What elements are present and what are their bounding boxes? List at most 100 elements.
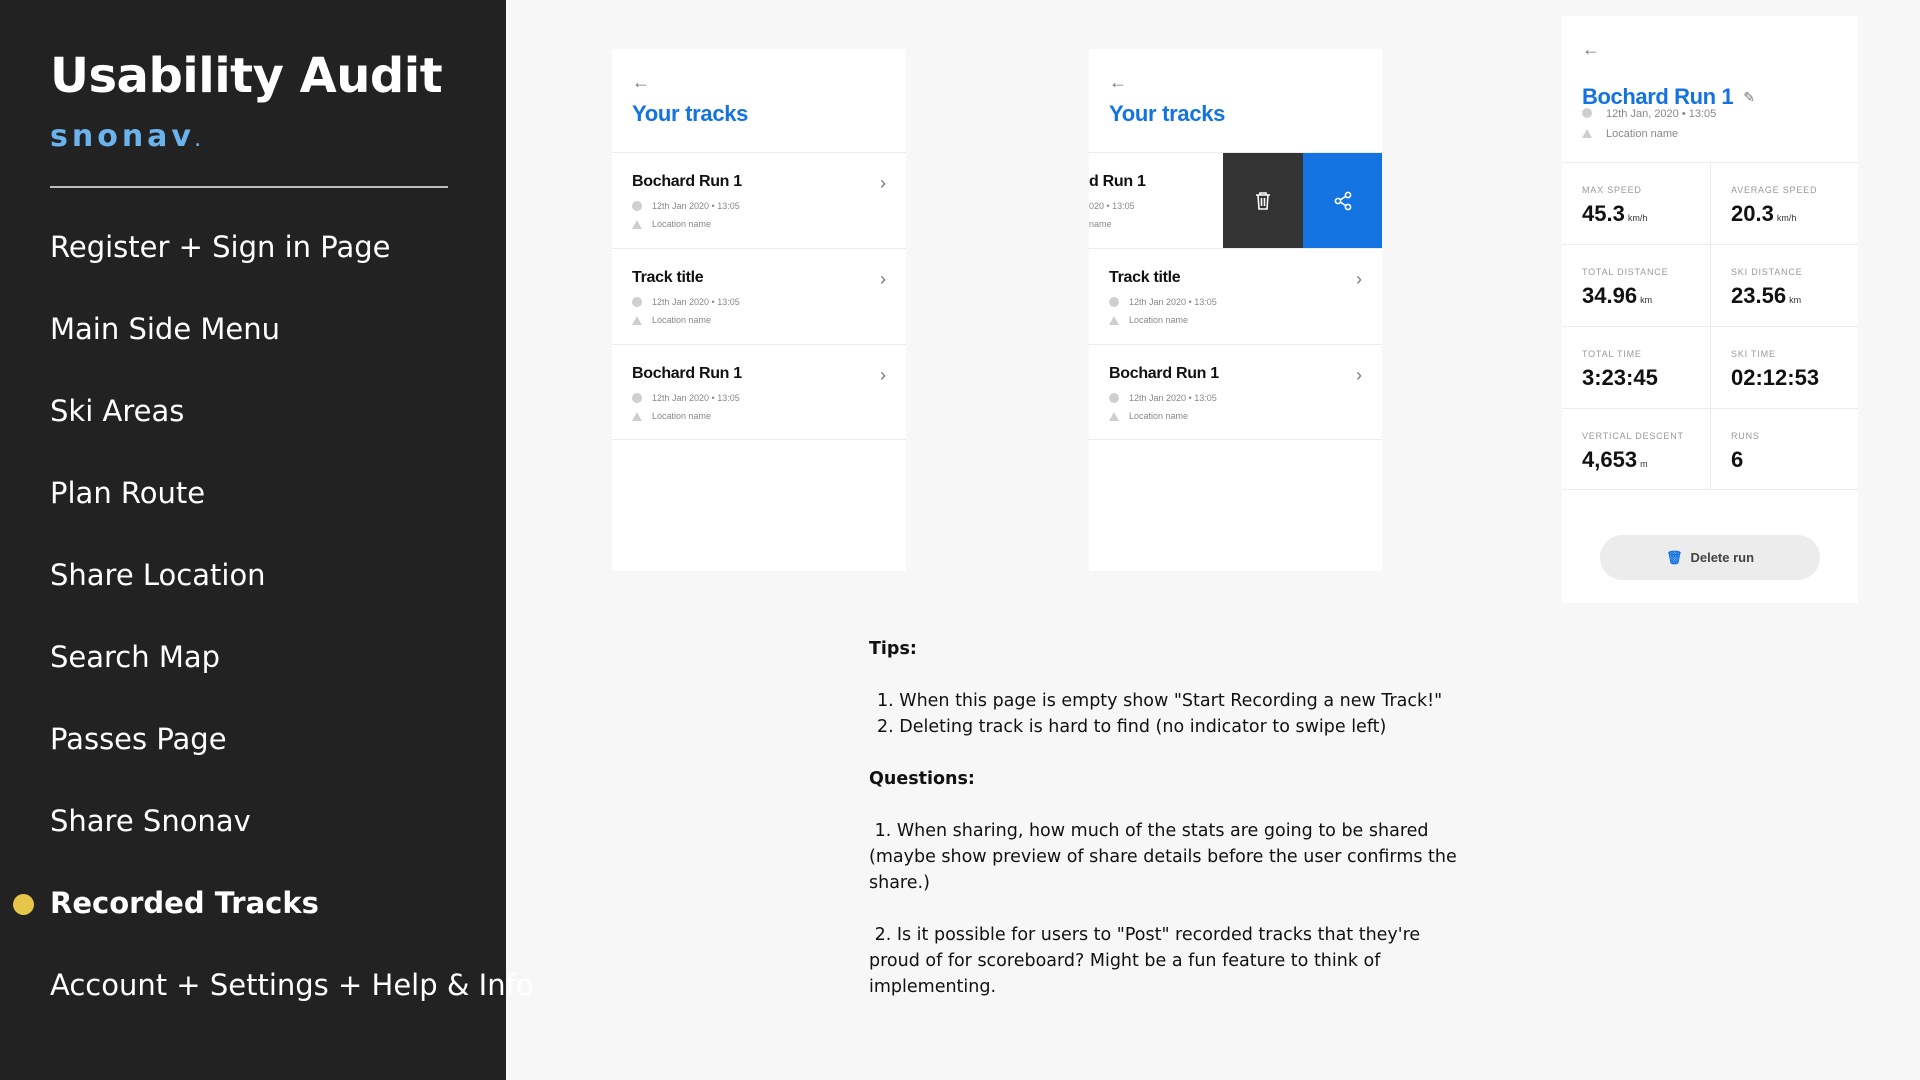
track-row[interactable]: Bochard Run 1 12th Jan 2020 • 13:05 Loca… xyxy=(1089,344,1382,440)
stat-value: 4,653 m xyxy=(1582,447,1648,473)
sidebar-title: Usability Audit xyxy=(50,48,443,104)
screen-title: Your tracks xyxy=(1109,101,1226,126)
stat-label: VERTICAL DESCENT xyxy=(1582,431,1684,441)
track-datetime-text: 12th Jan 2020 • 13:05 xyxy=(1129,297,1217,307)
track-title: Bochard Run 1 xyxy=(1109,365,1219,382)
stat-label: SKI TIME xyxy=(1731,349,1776,359)
arrow-left-icon[interactable]: ← xyxy=(632,73,650,91)
sidebar-item-share-snonav[interactable]: Share Snonav xyxy=(50,804,251,838)
detail-location: Location name xyxy=(1582,128,1678,140)
stat-number: 34.96 xyxy=(1582,283,1638,308)
stat-value: 6 xyxy=(1731,447,1743,473)
clock-icon xyxy=(1582,108,1592,118)
share-icon xyxy=(1334,191,1352,211)
stat-max-speed: MAX SPEED 45.3 km/h xyxy=(1562,162,1710,244)
clock-icon xyxy=(1109,297,1119,307)
stat-number: 4,653 xyxy=(1582,447,1638,472)
question-item: 2. Is it possible for users to "Post" re… xyxy=(869,925,1426,997)
sidebar-item-account-settings-help[interactable]: Account + Settings + Help & Info xyxy=(50,968,534,1002)
track-datetime: 020 • 13:05 xyxy=(1089,201,1135,211)
sidebar-item-plan-route[interactable]: Plan Route xyxy=(50,476,205,510)
stat-value: 23.56 km xyxy=(1731,283,1801,309)
track-row[interactable]: Track title 12th Jan 2020 • 13:05 Locati… xyxy=(612,248,906,344)
logo-dot: . xyxy=(194,134,201,150)
stat-number: 6 xyxy=(1731,447,1744,472)
sidebar-item-register-sign-in[interactable]: Register + Sign in Page xyxy=(50,230,390,264)
mountain-icon xyxy=(1582,129,1592,138)
chevron-right-icon: › xyxy=(1356,365,1362,385)
stat-total-time: TOTAL TIME 3:23:45 xyxy=(1562,326,1710,408)
stat-value: 45.3 km/h xyxy=(1582,201,1647,227)
track-row[interactable]: Bochard Run 1 12th Jan 2020 • 13:05 Loca… xyxy=(612,152,906,248)
track-row-swiped[interactable]: d Run 1 020 • 13:05 name xyxy=(1089,152,1382,248)
track-title: Track title xyxy=(632,269,704,286)
snonav-logo: snonav. xyxy=(50,122,200,152)
tracks-list-screen: ← Your tracks Bochard Run 1 12th Jan 202… xyxy=(612,49,906,571)
arrow-left-icon[interactable]: ← xyxy=(1582,40,1600,58)
detail-datetime: 12th Jan, 2020 • 13:05 xyxy=(1582,108,1716,120)
mountain-icon xyxy=(632,220,642,229)
track-datetime: 12th Jan 2020 • 13:05 xyxy=(1109,297,1217,307)
tip-item: 2. Deleting track is hard to find (no in… xyxy=(877,717,1387,737)
questions-heading: Questions: xyxy=(869,769,975,789)
track-location: Location name xyxy=(632,315,711,325)
track-datetime: 12th Jan 2020 • 13:05 xyxy=(632,297,740,307)
stat-vertical-descent: VERTICAL DESCENT 4,653 m xyxy=(1562,408,1710,490)
delete-run-button[interactable]: 🗑 Delete run xyxy=(1600,535,1820,580)
sidebar-item-share-location[interactable]: Share Location xyxy=(50,558,266,592)
stat-label: TOTAL DISTANCE xyxy=(1582,267,1669,277)
track-location-text: Location name xyxy=(1129,411,1189,421)
track-row[interactable]: Track title 12th Jan 2020 • 13:05 Locati… xyxy=(1089,248,1382,344)
question-item: 1. When sharing, how much of the stats a… xyxy=(869,821,1463,893)
screen-title: Your tracks xyxy=(632,101,749,126)
chevron-right-icon: › xyxy=(880,365,886,385)
mountain-icon xyxy=(632,316,642,325)
track-datetime-text: 12th Jan 2020 • 13:05 xyxy=(652,297,740,307)
sidebar: Usability Audit snonav. Register + Sign … xyxy=(0,0,534,1080)
sidebar-item-passes-page[interactable]: Passes Page xyxy=(50,722,227,756)
track-location-text: Location name xyxy=(652,219,712,229)
detail-datetime-text: 12th Jan, 2020 • 13:05 xyxy=(1606,108,1717,120)
track-location: name xyxy=(1089,219,1112,229)
mountain-icon xyxy=(1109,316,1119,325)
stat-unit: km xyxy=(1640,295,1653,305)
track-location: Location name xyxy=(1109,411,1188,421)
track-location: Location name xyxy=(1109,315,1188,325)
stat-total-distance: TOTAL DISTANCE 34.96 km xyxy=(1562,244,1710,326)
stat-unit: m xyxy=(1640,459,1648,469)
track-title: Track title xyxy=(1109,269,1181,286)
sidebar-item-ski-areas[interactable]: Ski Areas xyxy=(50,394,184,428)
track-datetime: 12th Jan 2020 • 13:05 xyxy=(1109,393,1217,403)
track-datetime-text: 12th Jan 2020 • 13:05 xyxy=(1129,393,1217,403)
tracks-swipe-screen: ← Your tracks d Run 1 020 • 13:05 name T… xyxy=(1089,49,1382,571)
stat-unit: km/h xyxy=(1627,213,1648,223)
track-location: Location name xyxy=(632,411,711,421)
stat-number: 20.3 xyxy=(1731,201,1774,226)
track-datetime: 12th Jan 2020 • 13:05 xyxy=(632,393,740,403)
arrow-left-icon[interactable]: ← xyxy=(1109,73,1127,91)
stat-value: 02:12:53 xyxy=(1731,365,1819,391)
track-location-text: Location name xyxy=(1129,315,1189,325)
clock-icon xyxy=(632,393,642,403)
tip-item: 1. When this page is empty show "Start R… xyxy=(877,691,1443,711)
sidebar-item-main-side-menu[interactable]: Main Side Menu xyxy=(50,312,280,346)
stat-ski-distance: SKI DISTANCE 23.56 km xyxy=(1710,244,1858,326)
sidebar-item-search-map[interactable]: Search Map xyxy=(50,640,220,674)
stat-number: 45.3 xyxy=(1582,201,1625,226)
sidebar-item-recorded-tracks[interactable]: Recorded Tracks xyxy=(50,886,319,920)
track-datetime-text: 12th Jan 2020 • 13:05 xyxy=(652,393,740,403)
edit-icon[interactable]: ✎ xyxy=(1743,89,1755,106)
detail-title-row: Bochard Run 1 ✎ xyxy=(1582,84,1755,110)
stat-value: 34.96 km xyxy=(1582,283,1652,309)
chevron-right-icon: › xyxy=(880,173,886,193)
trash-icon xyxy=(1256,192,1270,210)
sidebar-divider xyxy=(50,186,448,188)
track-title: Bochard Run 1 xyxy=(632,173,742,190)
delete-track-button[interactable] xyxy=(1223,153,1303,248)
track-row[interactable]: Bochard Run 1 12th Jan 2020 • 13:05 Loca… xyxy=(612,344,906,440)
track-title: Bochard Run 1 xyxy=(632,365,742,382)
mountain-icon xyxy=(632,412,642,421)
share-track-button[interactable] xyxy=(1303,153,1382,248)
